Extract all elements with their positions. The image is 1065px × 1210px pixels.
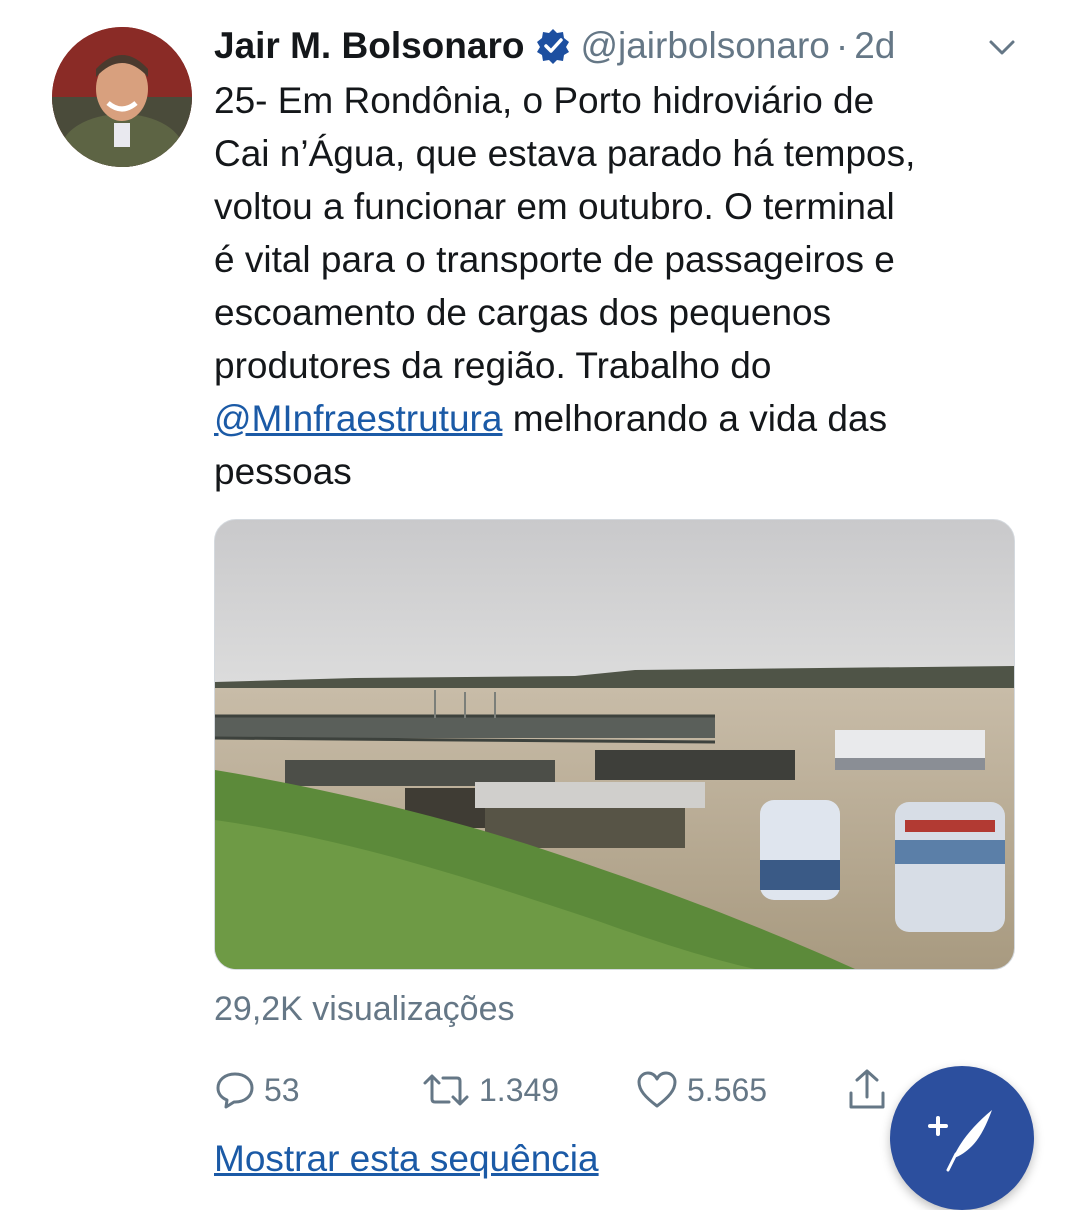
tweet-timestamp[interactable]: 2d [854,25,895,67]
tweet-text: 25- Em Rondônia, o Porto hidroviário de … [214,74,1014,498]
author-name[interactable]: Jair M. Bolsonaro [214,25,524,67]
video-thumbnail [215,520,1014,969]
retweet-icon [423,1074,469,1106]
avatar[interactable] [52,27,192,167]
tweet-video[interactable] [214,519,1015,970]
chevron-down-icon[interactable] [985,30,1019,64]
tweet-header: Jair M. Bolsonaro @jairbolsonaro · 2d [214,22,895,70]
retweet-button[interactable]: 1.349 [421,1062,559,1118]
separator-dot: · [835,25,849,66]
author-handle[interactable]: @jairbolsonaro [580,25,829,67]
share-button[interactable] [846,1062,896,1118]
verified-badge-icon [534,27,572,65]
like-button[interactable]: 5.565 [635,1062,767,1118]
view-count: 29,2K visualizações [214,990,515,1028]
compose-tweet-button[interactable] [890,1066,1034,1210]
reply-count: 53 [264,1071,300,1108]
avatar-photo [52,27,192,167]
tweet-actions: 53 1.349 5.565 [214,1062,914,1122]
like-count: 5.565 [687,1071,768,1108]
tweet-text-body: 25- Em Rondônia, o Porto hidroviário de … [214,80,916,386]
share-icon [849,1069,885,1109]
show-thread-link[interactable]: Mostrar esta sequência [214,1138,599,1180]
heart-icon [637,1071,677,1108]
reply-button[interactable]: 53 [214,1062,300,1118]
reply-icon [216,1072,254,1109]
retweet-count: 1.349 [479,1071,560,1108]
mention-link[interactable]: @MInfraestrutura [214,398,502,439]
compose-tweet-icon [928,1110,992,1172]
